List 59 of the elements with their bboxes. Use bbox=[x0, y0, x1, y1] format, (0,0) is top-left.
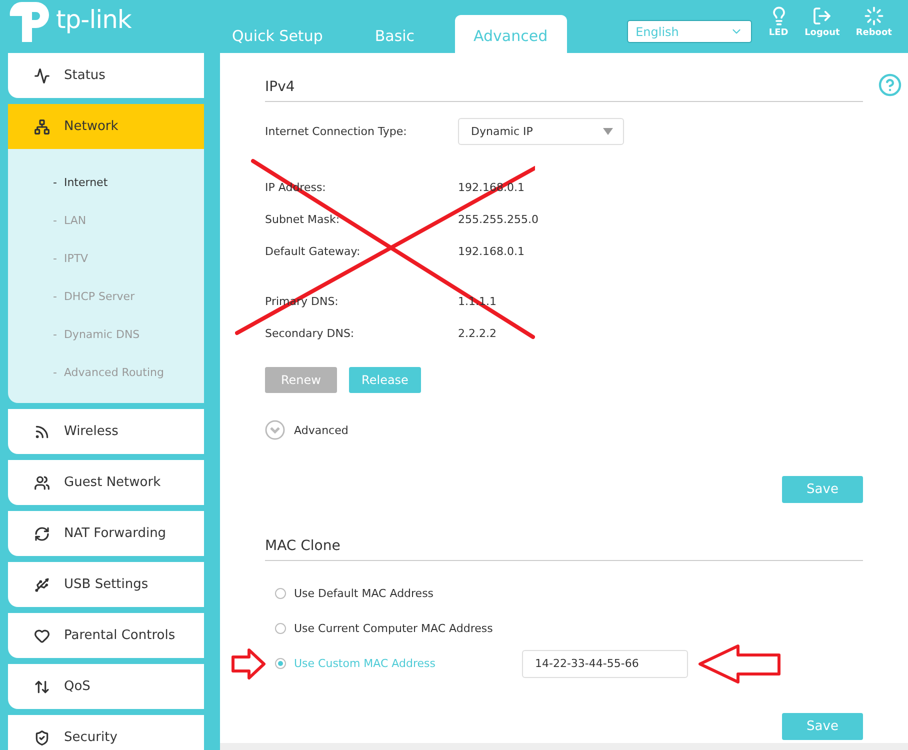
radio-label[interactable]: Use Custom MAC Address bbox=[294, 657, 522, 670]
submenu-item[interactable]: - DHCP Server bbox=[53, 277, 204, 315]
submenu-item[interactable]: - Advanced Routing bbox=[53, 353, 204, 391]
language-select[interactable]: English bbox=[626, 20, 752, 43]
field-label: Internet Connection Type: bbox=[265, 124, 408, 138]
radio-button[interactable] bbox=[275, 658, 286, 669]
usb-icon bbox=[34, 576, 50, 592]
field-value: 192.168.0.1 bbox=[458, 244, 524, 258]
logo-text: tp-link bbox=[56, 5, 132, 34]
radio-label[interactable]: Use Current Computer MAC Address bbox=[294, 622, 522, 635]
spinner-icon bbox=[864, 6, 884, 26]
advanced-toggle[interactable]: Advanced bbox=[265, 420, 348, 440]
refresh-icon bbox=[34, 526, 50, 542]
field-value: 2.2.2.2 bbox=[458, 326, 496, 340]
field-label: Default Gateway: bbox=[265, 244, 362, 258]
sidebar-item[interactable]: NAT Forwarding bbox=[8, 511, 204, 556]
sidebar-item[interactable]: Wireless bbox=[8, 409, 204, 454]
people-icon bbox=[34, 474, 50, 490]
action-button[interactable]: Release bbox=[349, 367, 421, 393]
nav-tab[interactable]: Advanced bbox=[454, 15, 567, 53]
radio-button[interactable] bbox=[275, 588, 286, 599]
submenu-item[interactable]: - LAN bbox=[53, 201, 204, 239]
nav-tab[interactable]: Quick Setup bbox=[220, 15, 335, 53]
submenu-item[interactable]: - Internet bbox=[53, 163, 204, 201]
sidebar-item[interactable]: Status bbox=[8, 53, 204, 98]
sidebar-item[interactable]: USB Settings bbox=[8, 562, 204, 607]
field-value: 255.255.255.0 bbox=[458, 212, 538, 226]
signal-icon bbox=[34, 424, 50, 440]
arrows-icon bbox=[34, 678, 50, 694]
nav-tab[interactable]: Basic bbox=[362, 15, 427, 53]
header-action-button[interactable]: Reboot bbox=[856, 6, 892, 38]
submenu-item[interactable]: - Dynamic DNS bbox=[53, 315, 204, 353]
sidebar-item[interactable]: Security bbox=[8, 715, 204, 750]
network-icon bbox=[34, 118, 50, 134]
sidebar-item[interactable]: Parental Controls bbox=[8, 613, 204, 658]
mac-address-field[interactable]: 14-22-33-44-55-66 bbox=[522, 650, 688, 678]
section-title: MAC Clone bbox=[265, 538, 863, 561]
chevron-circle-icon bbox=[265, 420, 285, 440]
dropdown-arrow-icon bbox=[603, 128, 613, 134]
submenu-item[interactable]: - IPTV bbox=[53, 239, 204, 277]
section-title: IPv4 bbox=[265, 79, 863, 102]
heart-icon bbox=[34, 628, 50, 644]
logout-icon bbox=[812, 6, 832, 26]
field-label: Subnet Mask: bbox=[265, 212, 341, 226]
connection-type-select[interactable]: Dynamic IP bbox=[458, 118, 624, 144]
sidebar-item[interactable]: Guest Network bbox=[8, 460, 204, 505]
radio-label[interactable]: Use Default MAC Address bbox=[294, 587, 522, 600]
sidebar-item[interactable]: QoS bbox=[8, 664, 204, 709]
sidebar-item[interactable]: Network bbox=[8, 104, 204, 149]
radio-button[interactable] bbox=[275, 623, 286, 634]
help-icon[interactable] bbox=[878, 73, 902, 97]
save-button[interactable]: Save bbox=[782, 713, 863, 740]
header-action-button[interactable]: Logout bbox=[804, 6, 840, 38]
pulse-icon bbox=[34, 68, 50, 84]
save-button[interactable]: Save bbox=[782, 476, 863, 503]
logo-icon bbox=[8, 2, 52, 44]
header-action-button[interactable]: LED bbox=[768, 6, 789, 38]
field-label: Secondary DNS: bbox=[265, 326, 356, 340]
shield-icon bbox=[34, 730, 50, 746]
